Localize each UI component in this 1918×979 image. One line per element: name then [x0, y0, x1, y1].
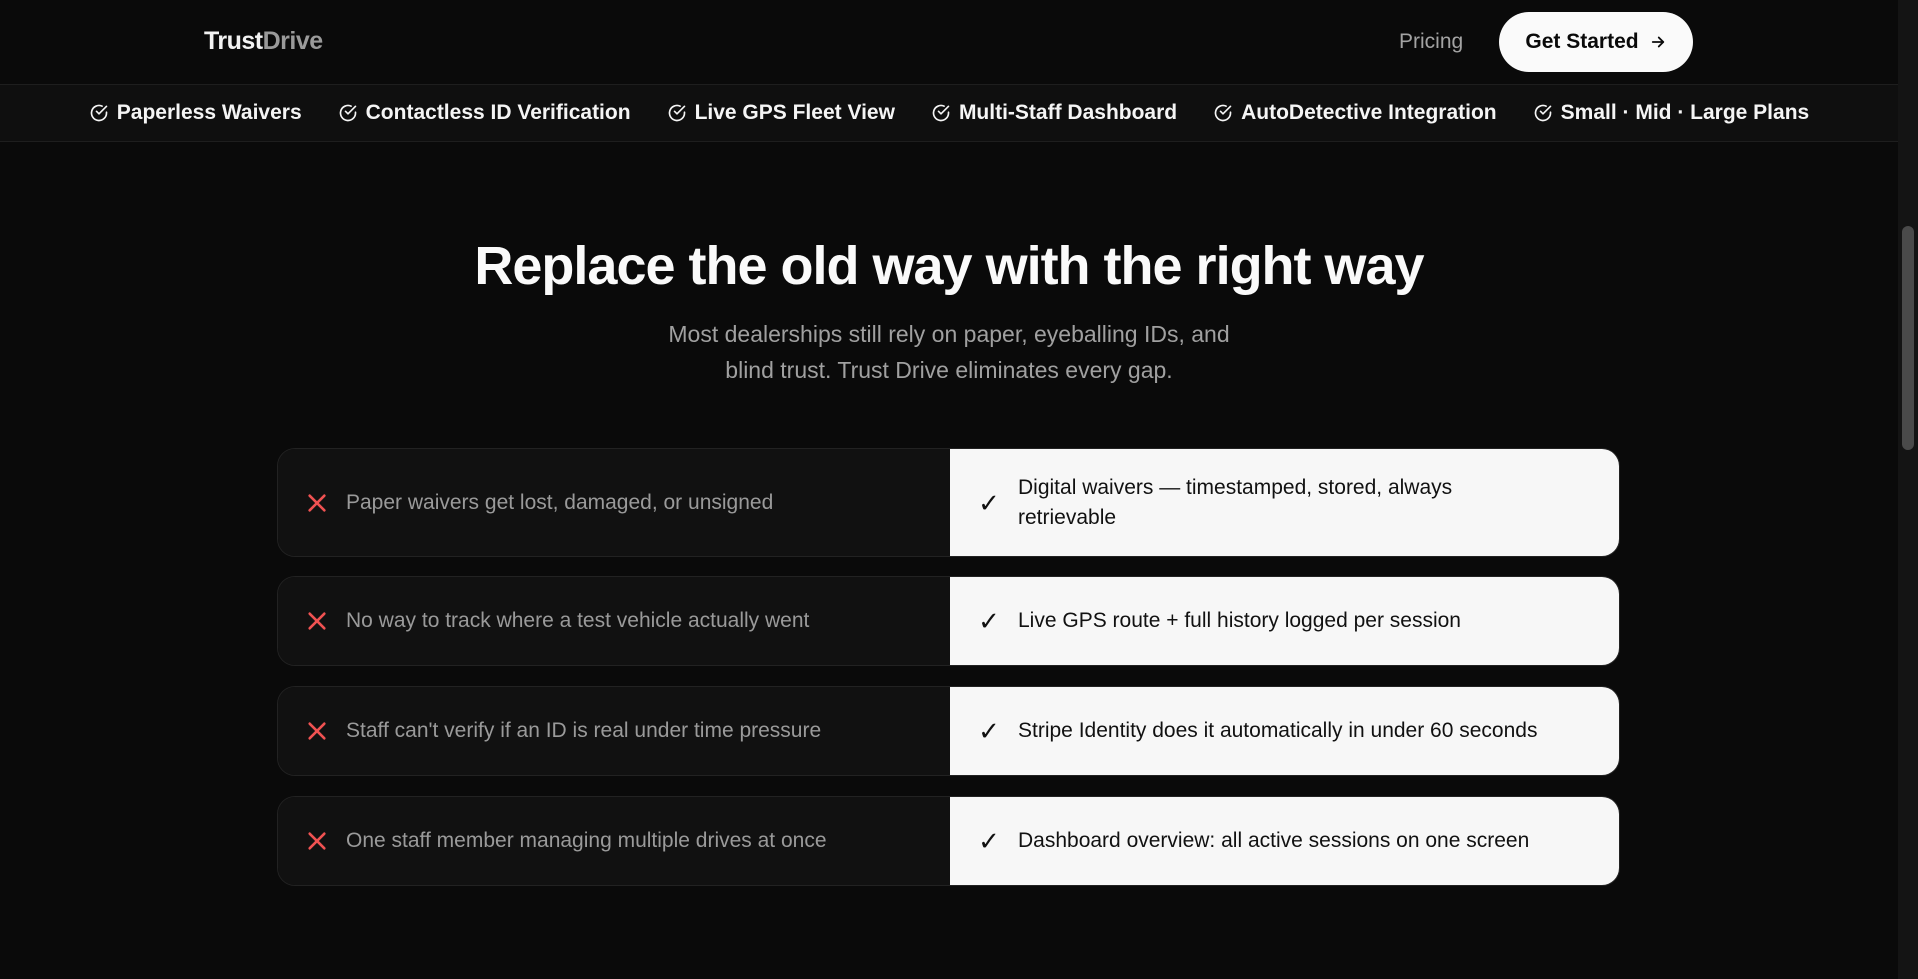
get-started-button[interactable]: Get Started: [1499, 12, 1693, 72]
get-started-label: Get Started: [1525, 30, 1639, 53]
new-way-text: Live GPS route + full history logged per…: [1018, 609, 1461, 632]
check-circle-icon: [1534, 104, 1551, 122]
nav-link-pricing[interactable]: Pricing: [1399, 30, 1463, 54]
feature-label: Paperless Waivers: [116, 101, 302, 124]
section-subtitle: Most dealerships still rely on paper, ey…: [549, 316, 1349, 388]
x-icon: [308, 612, 326, 630]
old-way-text: Staff can't verify if an ID is real unde…: [346, 719, 822, 742]
checkmark-icon: ✓: [978, 716, 1000, 746]
logo-text-secondary: Drive: [262, 27, 324, 55]
old-way-text: One staff member managing multiple drive…: [346, 829, 827, 852]
comparison-row: One staff member managing multiple drive…: [277, 796, 1620, 886]
logo-text-primary: Trust: [204, 27, 263, 55]
feature-label: Live GPS Fleet View: [694, 101, 895, 124]
feature-label: Contactless ID Verification: [365, 101, 631, 124]
old-way-cell: Staff can't verify if an ID is real unde…: [278, 687, 950, 775]
subtitle-line: blind trust. Trust Drive eliminates ever…: [725, 357, 1173, 383]
x-icon: [308, 832, 326, 850]
logo[interactable]: TrustDrive: [204, 27, 323, 56]
checkmark-icon: ✓: [978, 826, 1000, 856]
page: TrustDrive Pricing Get Started Paperless…: [0, 0, 1918, 979]
checkmark-icon: ✓: [978, 606, 1000, 636]
page-scrollbar[interactable]: [1898, 0, 1918, 979]
old-way-text: Paper waivers get lost, damaged, or unsi…: [346, 490, 774, 514]
x-icon: [308, 493, 326, 512]
scrollbar-thumb[interactable]: [1902, 226, 1914, 450]
feature-label: Small · Mid · Large Plans: [1560, 101, 1810, 124]
new-way-cell: ✓ Digital waivers — timestamped, stored,…: [950, 449, 1619, 556]
old-way-cell: No way to track where a test vehicle act…: [278, 577, 950, 665]
feature-label: AutoDetective Integration: [1241, 101, 1497, 124]
comparison-row: No way to track where a test vehicle act…: [277, 576, 1620, 666]
feature-item: AutoDetective Integration: [1213, 101, 1497, 125]
new-way-cell: ✓ Live GPS route + full history logged p…: [950, 577, 1619, 665]
new-way-cell: ✓ Dashboard overview: all active session…: [950, 797, 1619, 885]
check-circle-icon: [90, 104, 108, 122]
check-circle-icon: [1214, 104, 1232, 122]
new-way-text: Dashboard overview: all active sessions …: [1018, 829, 1530, 852]
feature-item: Paperless Waivers: [89, 101, 302, 125]
feature-item: Live GPS Fleet View: [667, 101, 895, 125]
new-way-cell: ✓ Stripe Identity does it automatically …: [950, 687, 1619, 775]
subtitle-line: Most dealerships still rely on paper, ey…: [668, 321, 1230, 347]
new-way-text: Digital waivers — timestamped, stored, a…: [1018, 475, 1453, 529]
old-way-cell: One staff member managing multiple drive…: [278, 797, 950, 885]
feature-strip: Paperless Waivers Contactless ID Verific…: [0, 85, 1898, 142]
new-way-text: Stripe Identity does it automatically in…: [1018, 719, 1538, 742]
check-circle-icon: [668, 104, 685, 122]
comparison-row: Paper waivers get lost, damaged, or unsi…: [277, 448, 1620, 557]
feature-item: Multi-Staff Dashboard: [931, 101, 1177, 125]
feature-label: Multi-Staff Dashboard: [958, 101, 1178, 124]
site-header: TrustDrive Pricing Get Started: [0, 0, 1898, 85]
comparison-row: Staff can't verify if an ID is real unde…: [277, 686, 1620, 776]
feature-item: Contactless ID Verification: [338, 101, 631, 125]
x-icon: [308, 722, 326, 740]
feature-item: Small · Mid · Large Plans: [1533, 101, 1810, 125]
old-way-cell: Paper waivers get lost, damaged, or unsi…: [278, 449, 950, 556]
arrow-right-icon: [1651, 36, 1664, 48]
check-circle-icon: [339, 104, 356, 122]
old-way-text: No way to track where a test vehicle act…: [346, 609, 810, 632]
section-title: Replace the old way with the right way: [474, 236, 1424, 296]
checkmark-icon: ✓: [978, 487, 1000, 518]
check-circle-icon: [932, 104, 950, 122]
